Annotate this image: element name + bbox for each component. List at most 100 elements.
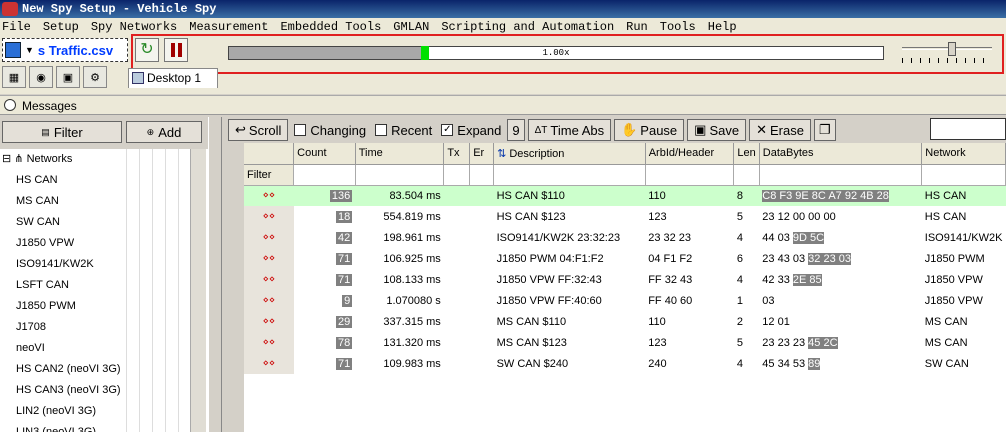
cell-databytes: 45 34 53 89 — [759, 353, 921, 374]
cell-count: 136 — [293, 185, 356, 206]
tree-item-label: LIN2 (neoVI 3G) — [16, 405, 97, 417]
count-value: 42 — [335, 231, 353, 244]
cell-er — [470, 269, 494, 290]
speed-slider[interactable] — [900, 42, 996, 66]
pause-button[interactable] — [164, 38, 188, 62]
changing-label: Changing — [310, 122, 367, 138]
col-arbid[interactable]: ArbId/Header — [645, 143, 735, 165]
col-network[interactable]: Network — [921, 143, 1006, 165]
col-databytes[interactable]: DataBytes — [759, 143, 923, 165]
pane-splitter[interactable] — [208, 117, 222, 432]
add-button[interactable]: ⊕ Add — [126, 121, 202, 143]
search-input[interactable] — [930, 118, 1006, 140]
cell-arbid: 110 — [648, 315, 666, 328]
tab-desktop-1[interactable]: Desktop 1 — [128, 68, 218, 88]
message-row[interactable]: ⋄⋄ 71 108.133 ms J1850 VPW FF:32:43 FF 32 43… — [244, 269, 1006, 290]
cell-tx — [444, 332, 470, 353]
playback-progress[interactable]: 1.00x — [228, 46, 884, 60]
cell-count: 71 — [294, 269, 356, 290]
cell-len: 4 — [736, 273, 744, 286]
collapse-icon[interactable]: ⊟ — [2, 153, 11, 165]
file-selector[interactable]: ▼ s Traffic.csv — [2, 38, 128, 62]
cell-databytes: C8 F3 9E 8C A7 92 4B 28 — [759, 185, 922, 206]
scroll-button[interactable]: ↩ Scroll — [228, 119, 289, 141]
row-expand-icon[interactable]: ⋄⋄ — [244, 185, 294, 206]
tree-root[interactable]: ⊟ ⋔ Networks — [0, 149, 208, 170]
row-expand-icon[interactable]: ⋄⋄ — [244, 332, 294, 353]
menu-item[interactable]: File — [0, 18, 37, 36]
setup-icon-button[interactable]: ⚙ — [83, 66, 107, 88]
cell-er — [470, 248, 494, 269]
pause-messages-button[interactable]: ✋ Pause — [614, 119, 685, 141]
time-abs-button[interactable]: ΔT Time Abs — [527, 119, 612, 141]
save-button[interactable]: ▣ Save — [687, 119, 747, 141]
save-disk-icon-button[interactable]: ▣ — [56, 66, 80, 88]
recent-checkbox[interactable]: Recent — [372, 123, 435, 138]
tree-item[interactable]: LIN2 (neoVI 3G) — [0, 401, 208, 422]
cell-er — [470, 311, 494, 332]
cell-time: 83.504 ms — [355, 185, 444, 206]
slider-knob[interactable] — [948, 42, 957, 56]
col-tx[interactable]: Tx — [443, 143, 471, 165]
changing-checkbox[interactable]: Changing — [291, 123, 369, 138]
databytes-changed: 89 — [808, 357, 821, 370]
tree-item[interactable]: SW CAN — [0, 212, 208, 233]
hardware-icon-button[interactable]: ▦ — [2, 66, 26, 88]
expand-checkbox[interactable]: ✓ Expand — [438, 123, 504, 138]
cell-databytes: 03 — [759, 290, 921, 311]
col-time[interactable]: Time — [355, 143, 445, 165]
menu-item[interactable]: Setup — [37, 18, 85, 36]
tree-item[interactable]: LIN3 (neoVI 3G) — [0, 422, 208, 432]
cell-tx — [444, 227, 470, 248]
time-icon: ΔT — [534, 124, 548, 136]
cell-description: J1850 VPW FF:32:43 — [496, 273, 602, 286]
cell-description: HS CAN $110 — [493, 185, 646, 206]
tree-item[interactable]: MS CAN — [0, 191, 208, 212]
tree-item[interactable]: HS CAN3 (neoVI 3G) — [0, 380, 208, 401]
row-expand-icon[interactable]: ⋄⋄ — [244, 227, 294, 248]
cell-network: HS CAN — [924, 210, 967, 223]
windows-button[interactable]: ❐ — [813, 119, 836, 141]
message-row[interactable]: ⋄⋄ 136 83.504 ms HS CAN $110 110 8 C8 F3 9E 8C… — [244, 185, 1006, 206]
count-value: 71 — [335, 273, 353, 286]
row-expand-icon[interactable]: ⋄⋄ — [244, 311, 294, 332]
databytes-plain: 23 12 00 00 00 — [762, 210, 836, 223]
message-row[interactable]: ⋄⋄ 71 106.925 ms J1850 PWM 04:F1:F2 04 F1 F2… — [244, 248, 1006, 269]
filter-row-label: Filter — [244, 164, 295, 186]
message-row[interactable]: ⋄⋄ 71 109.983 ms SW CAN $240 240 4 45 34 53 89… — [244, 353, 1006, 374]
col-count[interactable]: Count — [293, 143, 356, 165]
expand-count-button[interactable]: 9 — [507, 119, 525, 141]
tree-item[interactable]: LSFT CAN — [0, 275, 208, 296]
chevron-down-icon[interactable]: ▼ — [25, 45, 34, 55]
tree-item[interactable]: J1850 VPW — [0, 233, 208, 254]
col-er[interactable]: Er — [469, 143, 495, 165]
cell-arbid: FF 32 43 — [648, 273, 693, 286]
cell-count: 71 — [294, 248, 356, 269]
row-expand-icon[interactable]: ⋄⋄ — [244, 248, 294, 269]
col-len[interactable]: Len — [733, 143, 760, 165]
message-row[interactable]: ⋄⋄ 78 131.320 ms MS CAN $123 123 5 23 23 23 45… — [244, 332, 1006, 353]
databytes-changed: 45 2C — [808, 336, 838, 349]
erase-button[interactable]: ✕ Erase — [749, 119, 811, 141]
row-expand-icon[interactable]: ⋄⋄ — [244, 353, 294, 374]
tree-item[interactable]: J1850 PWM — [0, 296, 208, 317]
tree-item[interactable]: neoVI — [0, 338, 208, 359]
message-row[interactable]: ⋄⋄ 9 1.070080 s J1850 VPW FF:40:60 FF 40 60 1… — [244, 290, 1006, 311]
row-expand-icon[interactable]: ⋄⋄ — [244, 206, 294, 227]
message-row[interactable]: ⋄⋄ 18 554.819 ms HS CAN $123 123 5 23 12 00 00… — [244, 206, 1006, 227]
message-row[interactable]: ⋄⋄ 29 337.315 ms MS CAN $110 110 2 12 01 MS CAN — [244, 311, 1006, 332]
col-description[interactable]: ⇅ Description — [493, 143, 646, 165]
messages-grid: Count Time Tx Er ⇅ Description ArbId/Hea… — [244, 143, 1006, 432]
message-row[interactable]: ⋄⋄ 42 198.961 ms ISO9141/KW2K 23:32:23 23 32… — [244, 227, 1006, 248]
database-icon-button[interactable]: ◉ — [29, 66, 53, 88]
row-expand-icon[interactable]: ⋄⋄ — [244, 290, 294, 311]
row-expand-icon[interactable]: ⋄⋄ — [244, 269, 294, 290]
refresh-button[interactable]: ↻ — [135, 38, 159, 62]
tree-item[interactable]: ISO9141/KW2K — [0, 254, 208, 275]
tree-item-label: HS CAN3 (neoVI 3G) — [16, 384, 121, 396]
databytes-plain: 23 23 23 — [762, 336, 809, 349]
tree-item[interactable]: HS CAN2 (neoVI 3G) — [0, 359, 208, 380]
tree-item[interactable]: J1708 — [0, 317, 208, 338]
filter-button[interactable]: ▤ Filter — [2, 121, 122, 143]
tree-item[interactable]: HS CAN — [0, 170, 208, 191]
